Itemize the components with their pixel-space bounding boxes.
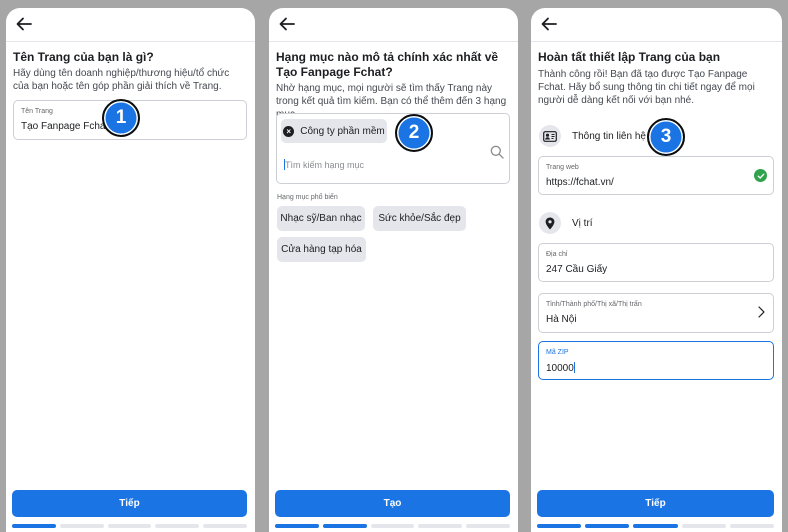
category-chip[interactable]: Cửa hàng tạp hóa [277, 237, 366, 262]
location-pin-icon [539, 212, 561, 234]
search-input[interactable]: Tìm kiếm hạng mục [284, 159, 364, 170]
progress-segment [633, 524, 678, 528]
progress-segment [537, 524, 582, 528]
page-description: Thành công rồi! Bạn đã tạo được Tạo Fanp… [538, 69, 755, 106]
page-title: Hoàn tất thiết lập Trang của bạn [538, 50, 721, 64]
progress-segment [59, 524, 104, 528]
progress-segment [585, 524, 630, 528]
field-label: Mã ZIP [546, 349, 569, 356]
check-circle-icon [754, 169, 767, 182]
selected-category-chip[interactable]: × Công ty phần mềm [281, 119, 387, 143]
header-divider [6, 41, 255, 42]
progress-segment [12, 524, 56, 528]
progress-segment [107, 524, 152, 528]
website-field[interactable]: Trang web https://fchat.vn/ [538, 156, 774, 195]
header-divider [269, 41, 518, 42]
chip-label: Công ty phần mềm [300, 125, 385, 137]
page-title: Hạng mục nào mô tả chính xác nhất về Tạo… [276, 50, 499, 79]
next-button[interactable]: Tiếp [12, 490, 247, 517]
screen-page-category: Hạng mục nào mô tả chính xác nhất về Tạo… [269, 8, 518, 532]
text-caret [573, 362, 575, 373]
progress-segment [155, 524, 200, 528]
page-title: Tên Trang của bạn là gì? [13, 50, 154, 64]
back-button[interactable] [275, 14, 299, 34]
field-value: 10000 [546, 362, 575, 374]
field-value: 247 Cầu Giấy [546, 264, 608, 275]
address-field[interactable]: Địa chỉ 247 Cầu Giấy [538, 243, 774, 282]
category-chip[interactable]: Nhạc sỹ/Ban nhạc [277, 206, 365, 231]
step-badge: 1 [102, 99, 140, 137]
zip-field[interactable]: Mã ZIP 10000 [538, 341, 774, 380]
header-divider [531, 41, 782, 42]
progress-segment [370, 524, 415, 528]
arrow-left-icon [279, 17, 295, 31]
screen-complete-setup: Hoàn tất thiết lập Trang của bạn Thành c… [531, 8, 782, 532]
location-section-title: Vị trí [572, 218, 593, 229]
contact-card-icon [539, 125, 561, 147]
search-placeholder: Tìm kiếm hạng mục [285, 160, 365, 170]
progress-segment [418, 524, 463, 528]
field-value: Tạo Fanpage Fchat [21, 121, 109, 132]
city-select[interactable]: Tỉnh/Thành phố/Thị xã/Thị trấn Hà Nội [538, 293, 774, 333]
chevron-right-icon [758, 306, 765, 318]
step-badge: 3 [647, 118, 685, 156]
progress-segment [275, 524, 319, 528]
next-button[interactable]: Tiếp [537, 490, 774, 517]
page-description: Hãy dùng tên doanh nghiệp/thương hiệu/tổ… [13, 68, 230, 92]
field-value: Hà Nội [546, 314, 577, 325]
arrow-left-icon [541, 17, 557, 31]
progress-bar [12, 524, 247, 528]
progress-bar [537, 524, 775, 528]
create-button[interactable]: Tạo [275, 490, 510, 517]
category-chip[interactable]: Sức khỏe/Sắc đẹp [373, 206, 466, 231]
progress-segment [466, 524, 510, 528]
field-label: Tỉnh/Thành phố/Thị xã/Thị trấn [546, 301, 642, 308]
close-circle-icon[interactable]: × [283, 125, 295, 137]
progress-segment [322, 524, 367, 528]
progress-bar [275, 524, 510, 528]
screen-page-name: Tên Trang của bạn là gì? Hãy dùng tên do… [6, 8, 255, 532]
step-badge: 2 [395, 114, 433, 152]
contact-section-title: Thông tin liên hệ [572, 131, 646, 142]
progress-segment [203, 524, 247, 528]
field-label: Trang web [546, 164, 579, 171]
back-button[interactable] [12, 14, 36, 34]
field-value: https://fchat.vn/ [546, 177, 614, 188]
field-label: Tên Trang [21, 108, 53, 115]
zip-value: 10000 [546, 363, 574, 374]
search-icon [490, 145, 504, 159]
field-label: Địa chỉ [546, 251, 568, 258]
arrow-left-icon [16, 17, 32, 31]
popular-categories-label: Hạng mục phổ biến [277, 194, 338, 201]
category-search-box[interactable]: × Công ty phần mềm Tìm kiếm hạng mục [276, 113, 510, 184]
progress-segment [681, 524, 726, 528]
progress-segment [729, 524, 775, 528]
back-button[interactable] [537, 14, 561, 34]
